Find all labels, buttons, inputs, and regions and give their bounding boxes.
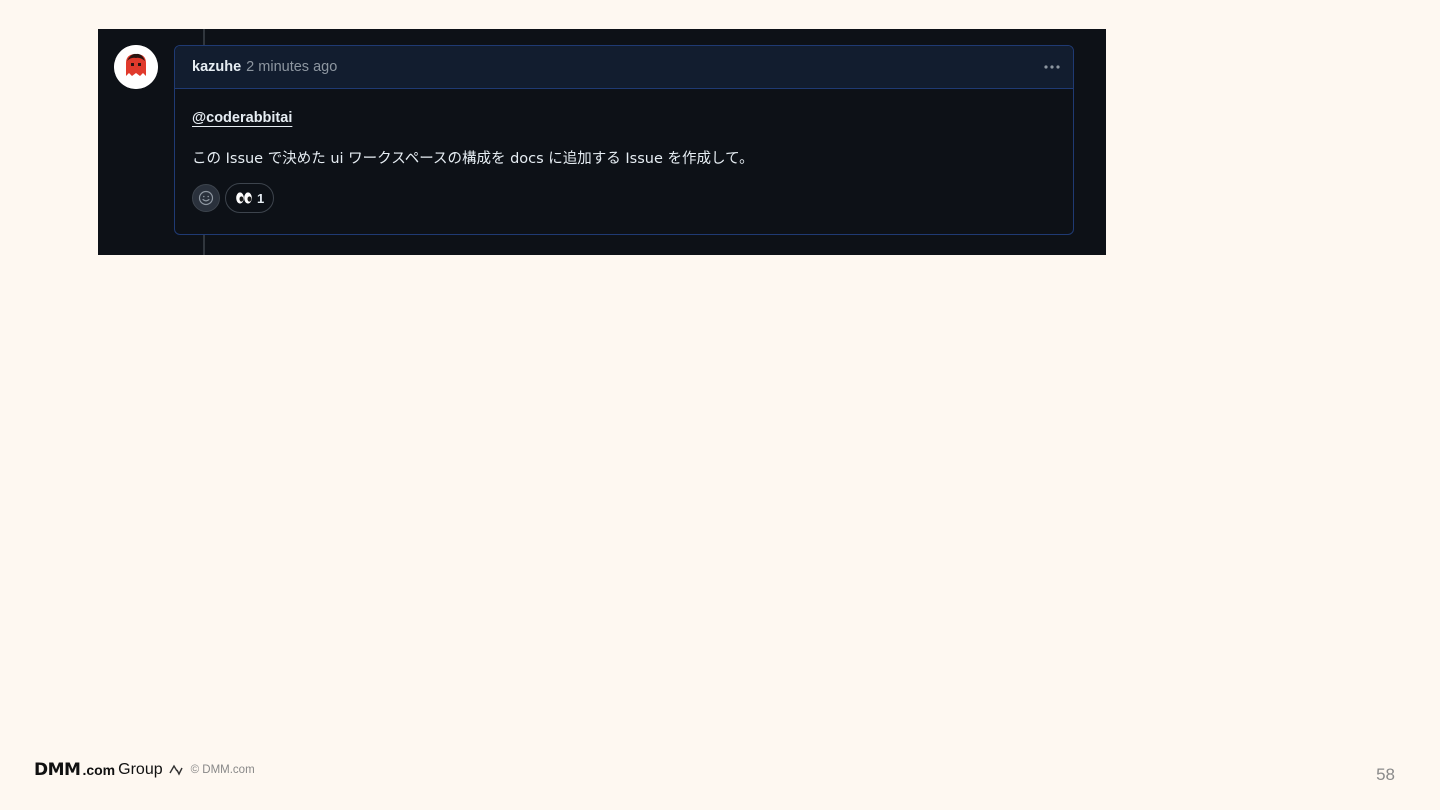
more-options-button[interactable] [1041,56,1063,78]
brand-logo-group: Group [118,761,163,778]
eyes-emoji-icon [236,192,252,204]
brand-mark-icon [169,764,183,776]
page-number: 58 [1376,765,1395,784]
comment-message: この Issue で決めた ui ワークスペースの構成を docs に追加する … [192,151,754,167]
reaction-count: 1 [257,190,265,206]
reactions-bar: 1 [192,183,1056,213]
footer: DMM .com Group © DMM.com [34,760,255,780]
avatar[interactable] [114,45,158,89]
comment-timestamp[interactable]: 2 minutes ago [246,59,337,75]
brand-logo-text: DMM [34,760,81,780]
kebab-horizontal-icon [1044,65,1060,69]
comment-body: @coderabbitai この Issue で決めた ui ワークスペースの構… [175,89,1073,213]
avatar-ghost-icon [114,45,158,89]
comment-box: kazuhe 2 minutes ago @coderabbitai この Is… [174,45,1074,235]
user-mention-link[interactable]: @coderabbitai [192,110,292,126]
copyright-text: © DMM.com [190,764,255,776]
reaction-eyes-button[interactable]: 1 [225,183,275,213]
author-name[interactable]: kazuhe [192,59,241,75]
comment-screenshot: kazuhe 2 minutes ago @coderabbitai この Is… [98,29,1106,255]
add-reaction-button[interactable] [192,184,220,212]
comment-header: kazuhe 2 minutes ago [175,46,1073,89]
smiley-icon [198,190,214,206]
brand-logo-suffix: .com [82,762,116,778]
